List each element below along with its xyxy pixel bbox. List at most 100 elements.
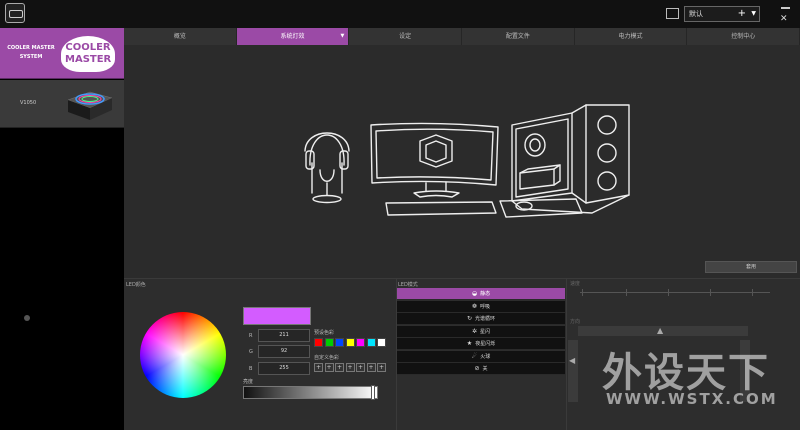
direction-left-button[interactable] xyxy=(568,340,578,402)
mode-breathing[interactable]: ❁ 呼吸 xyxy=(397,300,565,313)
profile-icon[interactable] xyxy=(666,8,679,19)
preset-color-swatch[interactable] xyxy=(324,338,334,347)
arrow-left-icon: ◀ xyxy=(569,356,576,365)
custom-color-slot[interactable]: + xyxy=(366,363,376,372)
arrow-up-icon: ▲ xyxy=(657,326,664,335)
tab-overview[interactable]: 概览 xyxy=(124,28,237,45)
tab-label: 控制中心 xyxy=(731,33,756,40)
chevron-down-icon: ▼ xyxy=(340,33,345,39)
speed-tick xyxy=(626,289,627,296)
preset-color-swatch[interactable] xyxy=(356,338,365,347)
mode-fireball[interactable]: ☄ 火球 xyxy=(397,350,565,363)
preset-color-swatch[interactable] xyxy=(345,338,355,347)
logo-text-line1: COOLER xyxy=(65,42,111,53)
speed-tick xyxy=(668,289,669,296)
g-input[interactable]: 92 xyxy=(258,345,310,358)
psu-image xyxy=(67,91,113,120)
custom-color-slot[interactable]: + xyxy=(314,363,323,372)
device-label: COOLER MASTER SYSTEM xyxy=(7,45,55,60)
device-label: V1050 xyxy=(20,100,37,106)
mode-off[interactable]: ⊘ 关 xyxy=(397,363,565,375)
tab-label: 概览 xyxy=(173,33,186,40)
speed-tick xyxy=(752,289,753,296)
brightness-label: 亮度 xyxy=(243,379,254,385)
watermark: 外设天下 WWW.WSTX.COM xyxy=(600,340,796,420)
title-bar: 默认 + ▼ ✕ xyxy=(0,0,800,28)
custom-color-slot[interactable]: + xyxy=(324,363,334,372)
mode-color-cycle[interactable]: ↻ 光谱循环 xyxy=(397,313,565,325)
cooler-master-logo: COOLER MASTER xyxy=(61,36,115,72)
brightness-slider-handle[interactable] xyxy=(371,385,376,400)
speed-tick xyxy=(582,289,583,296)
custom-color-slot[interactable]: + xyxy=(345,363,355,372)
star-icon: ★ xyxy=(466,340,473,347)
star-burst-icon: ✲ xyxy=(471,327,477,335)
custom-color-slot[interactable]: + xyxy=(377,363,386,372)
mode-label: 呼吸 xyxy=(480,303,491,310)
device-item-v1050[interactable]: V1050 xyxy=(0,80,124,128)
system-illustration xyxy=(124,45,800,277)
device-item-cooler-master-system[interactable]: COOLER MASTER SYSTEM COOLER MASTER xyxy=(0,28,124,79)
profile-select[interactable]: 默认 + ▼ xyxy=(684,6,760,22)
b-label: B xyxy=(249,366,253,372)
fireball-icon: ☄ xyxy=(471,352,478,360)
tab-label: 电力模式 xyxy=(618,33,643,40)
preset-color-swatch[interactable] xyxy=(377,338,386,347)
tab-power-mode[interactable]: 电力模式 xyxy=(575,28,688,45)
r-input[interactable]: 211 xyxy=(258,329,310,342)
profile-name: 默认 xyxy=(689,10,703,18)
add-profile-icon[interactable]: + xyxy=(738,7,746,20)
logo-text-line2: MASTER xyxy=(65,54,112,65)
speed-label: 速度 xyxy=(570,281,581,287)
breathing-icon: ❁ xyxy=(471,302,477,310)
led-color-title: LED颜色 xyxy=(126,282,146,288)
tab-profiles[interactable]: 配置文件 xyxy=(462,28,575,45)
app-window: 默认 + ▼ ✕ COOLER MASTER SYSTEM COOLER MAS… xyxy=(0,0,800,430)
device-list: COOLER MASTER SYSTEM COOLER MASTER V1050 xyxy=(0,28,124,430)
current-color-swatch xyxy=(243,307,311,325)
mode-label: 静态 xyxy=(480,291,491,297)
mode-label: 夜星闪烁 xyxy=(475,341,496,347)
minimize-button[interactable] xyxy=(776,4,796,10)
preset-color-swatch[interactable] xyxy=(335,338,344,347)
static-icon: ◒ xyxy=(471,290,478,297)
watermark-url: WWW.WSTX.COM xyxy=(606,390,778,408)
led-mode-title: LED模式 xyxy=(398,282,418,288)
mode-static[interactable]: ◒ 静态 xyxy=(397,288,565,300)
preset-color-swatch[interactable] xyxy=(366,338,376,347)
custom-color-slot[interactable]: + xyxy=(335,363,344,372)
color-wheel[interactable] xyxy=(140,312,226,398)
app-logo-icon xyxy=(5,3,25,23)
g-label: G xyxy=(249,349,253,355)
tab-label: 配置文件 xyxy=(505,33,530,40)
tab-label: 系统灯效 xyxy=(280,33,305,40)
brightness-slider[interactable] xyxy=(243,386,378,399)
r-label: R xyxy=(249,333,253,339)
preset-color-swatch[interactable] xyxy=(314,338,323,347)
speed-slider[interactable] xyxy=(580,292,770,293)
mode-star-burst[interactable]: ✲ 星闪 xyxy=(397,325,565,338)
tab-label: 设定 xyxy=(399,33,412,40)
mode-label: 星闪 xyxy=(480,328,491,335)
b-input[interactable]: 255 xyxy=(258,362,310,375)
preset-colors-label: 预设色彩 xyxy=(314,330,335,336)
cycle-icon: ↻ xyxy=(466,315,472,322)
mode-night-star[interactable]: ★ 夜星闪烁 xyxy=(397,338,565,350)
mode-label: 火球 xyxy=(480,353,491,360)
tab-control-center[interactable]: 控制中心 xyxy=(687,28,800,45)
tab-system-lighting[interactable]: 系统灯效 ▼ xyxy=(236,28,350,45)
apply-button[interactable]: 套用 xyxy=(705,261,797,273)
chevron-down-icon[interactable]: ▼ xyxy=(751,7,756,21)
speed-tick xyxy=(710,289,711,296)
custom-color-slot[interactable]: + xyxy=(356,363,365,372)
tab-settings[interactable]: 设定 xyxy=(349,28,463,45)
tab-bar: 概览 系统灯效 ▼ 设定 配置文件 电力模式 控制中心 xyxy=(124,28,800,45)
status-dot xyxy=(24,315,30,321)
custom-colors-label: 自定义色彩 xyxy=(314,355,340,361)
mode-label: 光谱循环 xyxy=(475,316,496,322)
led-mode-list: ◒ 静态 ❁ 呼吸 ↻ 光谱循环 ✲ 星闪 ★ 夜星闪烁 ☄ 火球 ⊘ 关 xyxy=(397,288,565,376)
mode-label: 关 xyxy=(482,366,488,372)
panel-divider xyxy=(566,278,567,430)
close-icon[interactable]: ✕ xyxy=(780,14,788,24)
off-icon: ⊘ xyxy=(474,365,480,372)
